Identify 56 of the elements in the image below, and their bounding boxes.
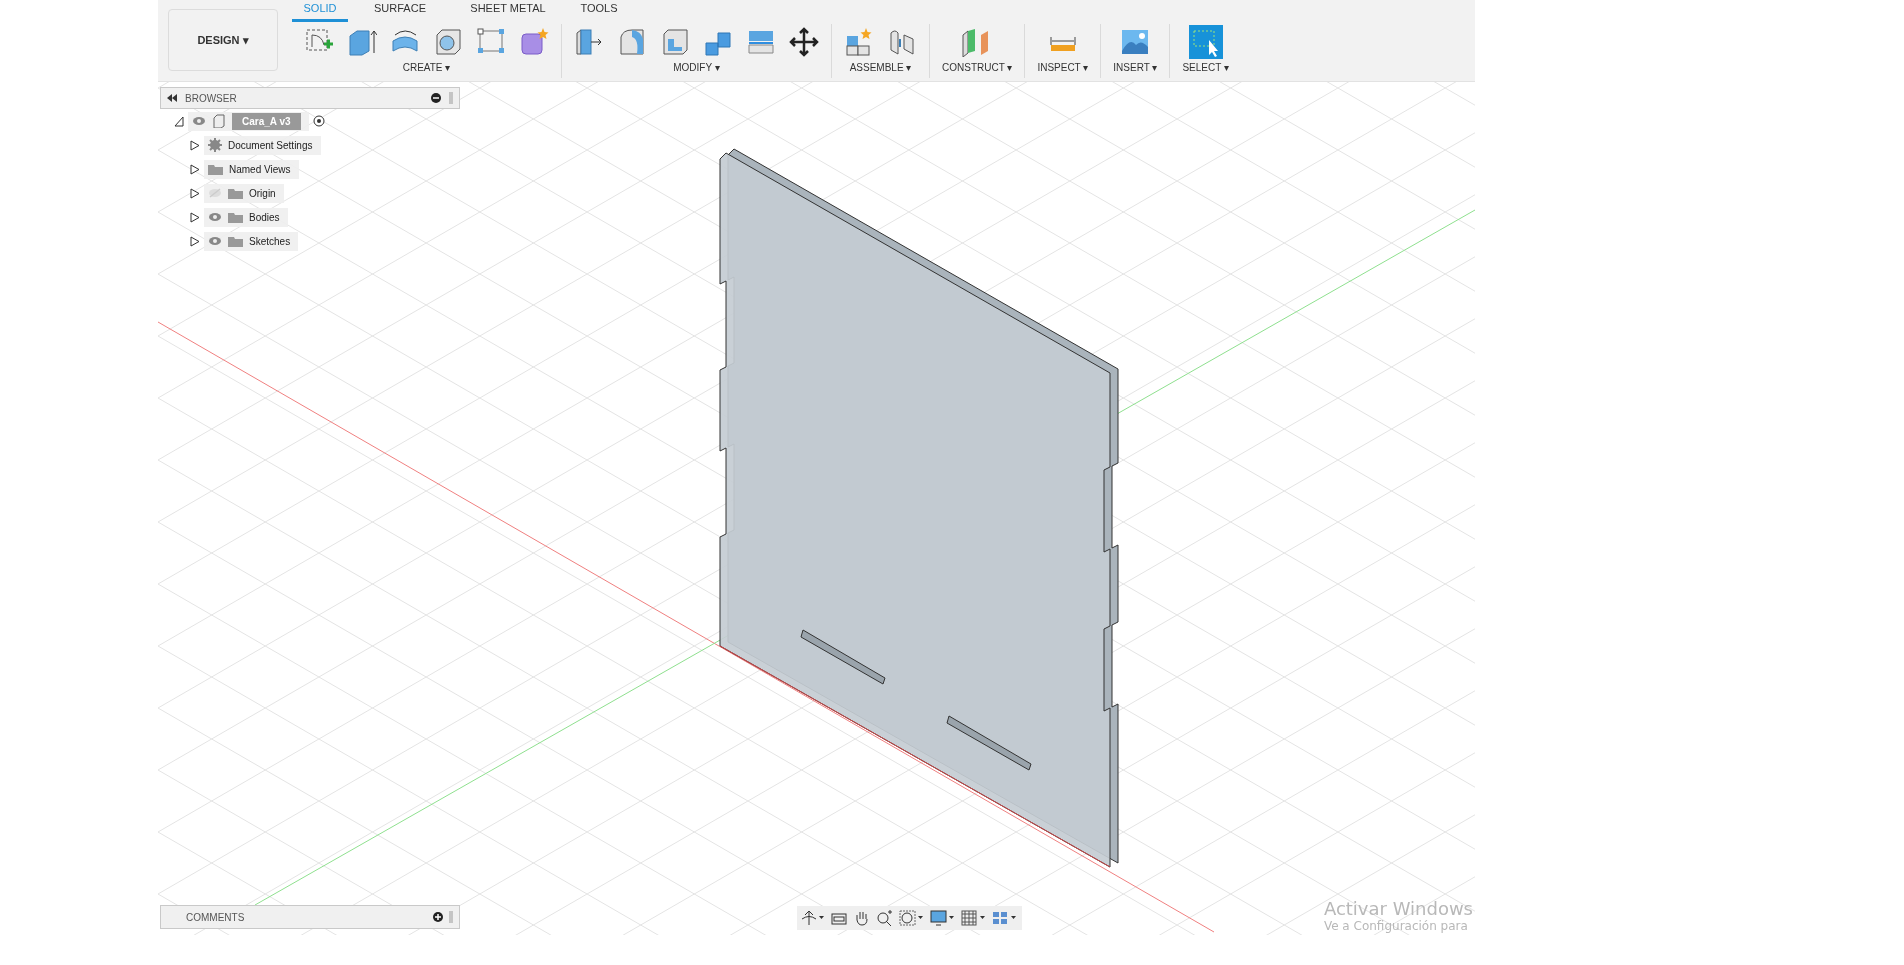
tool-group-menu[interactable]: CREATE ▾ xyxy=(402,62,451,73)
component-box-icon xyxy=(212,114,226,128)
box-arrow-icon[interactable] xyxy=(347,27,377,57)
eye-icon[interactable] xyxy=(208,212,222,222)
zoom-icon[interactable] xyxy=(876,910,894,926)
folder-icon xyxy=(208,163,223,175)
plate-model-drawing[interactable] xyxy=(719,148,1119,868)
panel-title: COMMENTS xyxy=(186,911,246,923)
tool-group-menu[interactable]: INSERT ▾ xyxy=(1113,62,1158,73)
camera-frame-icon[interactable] xyxy=(830,910,848,926)
image-icon[interactable] xyxy=(1120,27,1151,57)
move-arrows-icon[interactable] xyxy=(789,27,819,57)
plus-circle-icon[interactable] xyxy=(433,912,443,922)
collapse-arrows-icon[interactable] xyxy=(167,94,177,102)
expand-triangle-icon[interactable] xyxy=(190,139,200,151)
expand-triangle-icon[interactable] xyxy=(174,115,184,127)
folder-icon xyxy=(228,187,243,199)
hinge-icon[interactable] xyxy=(887,27,917,57)
cubes-star-icon[interactable] xyxy=(844,27,874,57)
expand-triangle-icon[interactable] xyxy=(190,163,200,175)
viewports-icon[interactable] xyxy=(992,910,1018,926)
folder-icon xyxy=(228,235,243,247)
monitor-icon[interactable] xyxy=(930,910,956,926)
activation-notice-text: Ve a Configuración para xyxy=(1323,919,1469,933)
radio-target-icon[interactable] xyxy=(312,115,325,127)
handle-icon[interactable] xyxy=(449,911,453,923)
toolbar-tab[interactable]: SURFACE xyxy=(348,0,452,22)
cube-notch-icon[interactable] xyxy=(660,27,690,57)
expand-triangle-icon[interactable] xyxy=(190,211,200,223)
tool-group-menu[interactable]: ASSEMBLE ▾ xyxy=(849,62,912,73)
eye-icon[interactable] xyxy=(208,236,222,246)
box-arrow-icon[interactable] xyxy=(574,27,604,57)
toolbar-tab[interactable]: TOOLS xyxy=(564,0,634,22)
hand-icon[interactable] xyxy=(853,910,871,926)
orbit-icon[interactable] xyxy=(801,910,825,926)
folder-icon xyxy=(228,211,243,223)
tool-group-menu[interactable]: CONSTRUCT ▾ xyxy=(942,62,1013,73)
tool-group-menu[interactable]: SELECT ▾ xyxy=(1182,62,1229,73)
eye-icon[interactable] xyxy=(192,116,206,126)
expand-triangle-icon[interactable] xyxy=(190,187,200,199)
design-workspace-button[interactable]: DESIGN ▾ xyxy=(168,9,278,71)
toolbar-tab[interactable]: SHEET METAL xyxy=(452,0,564,22)
minus-circle-icon[interactable] xyxy=(431,93,441,103)
tool-group-menu[interactable]: MODIFY ▾ xyxy=(673,62,720,73)
grid-icon[interactable] xyxy=(961,910,987,926)
expand-triangle-icon[interactable] xyxy=(190,235,200,247)
zoom-window-icon[interactable] xyxy=(899,910,925,926)
gear-icon xyxy=(208,138,222,152)
activation-notice-title: Activar Windows xyxy=(1323,898,1473,919)
cube-hole-icon[interactable] xyxy=(433,27,463,57)
tool-group-menu[interactable]: INSPECT ▾ xyxy=(1037,62,1089,73)
handle-icon[interactable] xyxy=(449,92,453,104)
select-cursor-icon[interactable] xyxy=(1188,25,1223,59)
panel-title: BROWSER xyxy=(185,92,238,104)
rounded-cube-icon[interactable] xyxy=(617,27,647,57)
starred-cube-icon[interactable] xyxy=(519,27,549,57)
